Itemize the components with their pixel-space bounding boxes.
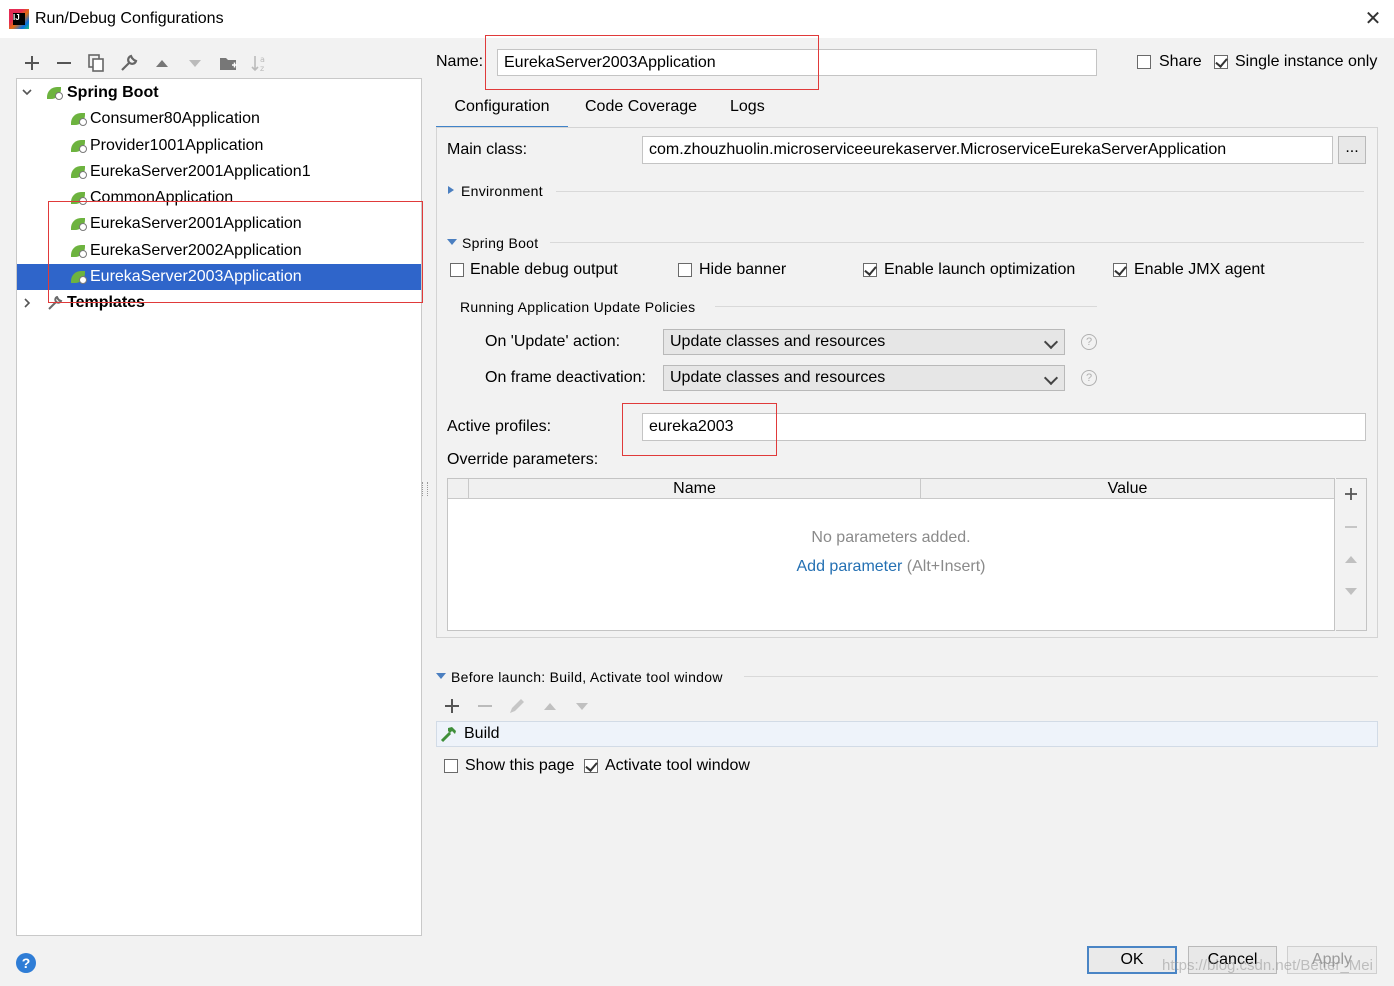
show-page-checkbox[interactable]: [444, 759, 458, 773]
tree-item-label: EurekaServer2001Application1: [90, 163, 311, 180]
divider: [715, 306, 1097, 307]
chevron-right-icon[interactable]: [21, 290, 33, 316]
environment-section[interactable]: Environment: [461, 183, 543, 199]
enable-debug-label: Enable debug output: [470, 261, 618, 278]
column-header-name[interactable]: Name: [468, 479, 920, 499]
share-label: Share: [1159, 53, 1202, 70]
divider: [550, 242, 1364, 243]
share-checkbox[interactable]: [1137, 55, 1151, 69]
jmx-agent-checkbox[interactable]: [1113, 263, 1127, 277]
update-policies-title: Running Application Update Policies: [460, 299, 696, 315]
spring-boot-icon: [71, 139, 87, 153]
enable-debug-checkbox[interactable]: [450, 263, 464, 277]
close-icon[interactable]: ✕: [1362, 8, 1384, 30]
before-launch-item: Build: [464, 725, 500, 742]
tree-item[interactable]: Consumer80Application: [17, 106, 421, 132]
wrench-icon[interactable]: [118, 52, 140, 74]
folder-icon[interactable]: [217, 52, 239, 74]
on-frame-label: On frame deactivation:: [485, 369, 646, 386]
divider: [744, 676, 1378, 677]
expand-right-icon[interactable]: [448, 186, 454, 194]
add-icon[interactable]: [21, 52, 43, 74]
tree-item[interactable]: Provider1001Application: [17, 133, 421, 159]
launch-optimization-checkbox[interactable]: [863, 263, 877, 277]
single-instance-label: Single instance only: [1235, 53, 1378, 70]
remove-icon[interactable]: [474, 695, 496, 717]
sort-icon[interactable]: az: [249, 52, 271, 74]
move-down-icon[interactable]: [1343, 583, 1359, 599]
help-icon[interactable]: ?: [1081, 370, 1097, 386]
svg-text:z: z: [260, 64, 264, 73]
move-down-icon[interactable]: [184, 52, 206, 74]
chevron-down-icon: [1043, 370, 1059, 386]
window-title: Run/Debug Configurations: [35, 10, 224, 27]
move-up-icon[interactable]: [1343, 551, 1359, 567]
hide-banner-checkbox[interactable]: [678, 263, 692, 277]
tree-item-label: Consumer80Application: [90, 110, 260, 127]
tab-configuration[interactable]: Configuration: [436, 96, 568, 129]
column-header-value[interactable]: Value: [920, 479, 1334, 499]
add-parameter-shortcut: (Alt+Insert): [906, 558, 986, 575]
jmx-agent-label: Enable JMX agent: [1134, 261, 1265, 278]
hide-banner-label: Hide banner: [699, 261, 787, 278]
svg-text:a: a: [260, 55, 265, 64]
remove-icon[interactable]: [53, 52, 75, 74]
move-up-icon[interactable]: [539, 695, 561, 717]
highlight-box: [622, 403, 777, 456]
single-instance-checkbox[interactable]: [1214, 55, 1228, 69]
before-launch-title[interactable]: Before launch: Build, Activate tool wind…: [451, 669, 723, 685]
splitter-handle[interactable]: [422, 482, 428, 496]
table-corner: [448, 479, 468, 499]
empty-table-text: No parameters added.: [811, 529, 971, 546]
chevron-down-icon: [1043, 334, 1059, 350]
spring-boot-icon: [71, 112, 87, 126]
activate-tool-window-checkbox[interactable]: [584, 759, 598, 773]
show-page-label: Show this page: [465, 757, 575, 774]
on-update-value: Update classes and resources: [670, 333, 886, 350]
activate-tool-window-label: Activate tool window: [605, 757, 750, 774]
before-launch-list[interactable]: Build: [436, 721, 1378, 747]
tree-item[interactable]: EurekaServer2001Application1: [17, 159, 421, 185]
parameters-table[interactable]: Name Value No parameters added. Add para…: [447, 478, 1335, 631]
expand-down-icon[interactable]: [436, 673, 446, 679]
remove-icon[interactable]: [1343, 519, 1359, 535]
browse-button[interactable]: ...: [1338, 136, 1366, 164]
move-down-icon[interactable]: [571, 695, 593, 717]
spring-boot-icon: [71, 165, 87, 179]
help-icon[interactable]: ?: [1081, 334, 1097, 350]
tab-code-coverage[interactable]: Code Coverage: [585, 96, 697, 126]
divider: [556, 191, 1364, 192]
chevron-down-icon[interactable]: [21, 80, 33, 106]
hammer-icon: [440, 725, 458, 743]
intellij-app-icon: IJ: [9, 9, 29, 29]
on-frame-select[interactable]: Update classes and resources: [663, 365, 1065, 391]
spring-boot-section[interactable]: Spring Boot: [462, 235, 538, 251]
override-parameters-label: Override parameters:: [447, 451, 599, 468]
on-frame-value: Update classes and resources: [670, 369, 886, 386]
launch-optimization-label: Enable launch optimization: [884, 261, 1076, 278]
watermark: https://blog.csdn.net/Better_Mei: [1162, 957, 1373, 974]
copy-icon[interactable]: [85, 52, 107, 74]
main-class-label: Main class:: [447, 141, 528, 158]
on-update-select[interactable]: Update classes and resources: [663, 329, 1065, 355]
name-label: Name:: [436, 53, 484, 70]
main-class-field[interactable]: com.zhouzhuolin.microserviceeurekaserver…: [642, 136, 1333, 164]
tree-group-label: Spring Boot: [67, 84, 159, 101]
move-up-icon[interactable]: [151, 52, 173, 74]
add-parameter-link[interactable]: Add parameter: [797, 558, 903, 575]
highlight-box: [485, 35, 819, 90]
active-profiles-label: Active profiles:: [447, 418, 552, 435]
tab-logs[interactable]: Logs: [730, 96, 765, 126]
edit-icon[interactable]: [506, 695, 528, 717]
expand-down-icon[interactable]: [447, 239, 457, 245]
on-update-label: On 'Update' action:: [485, 333, 621, 350]
add-icon[interactable]: [1343, 486, 1359, 502]
spring-boot-icon: [47, 86, 63, 100]
tree-group-spring-boot[interactable]: Spring Boot: [17, 80, 421, 106]
help-button[interactable]: ?: [16, 953, 36, 973]
highlight-box: [48, 201, 423, 303]
add-icon[interactable]: [441, 695, 463, 717]
tree-item-label: Provider1001Application: [90, 137, 264, 154]
add-parameter-row: Add parameter (Alt+Insert): [448, 558, 1334, 576]
